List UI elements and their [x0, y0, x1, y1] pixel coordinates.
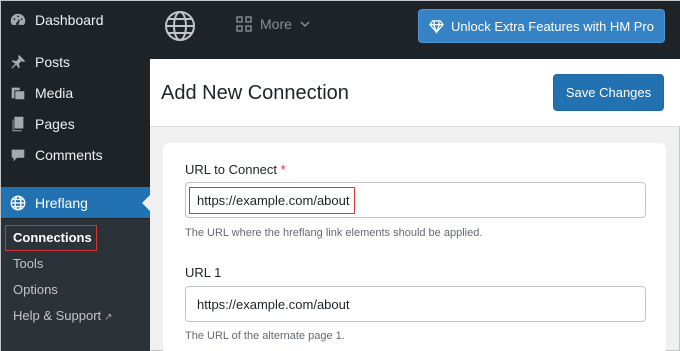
- submenu-item-options[interactable]: Options: [13, 282, 58, 297]
- dashboard-icon: [1, 11, 35, 29]
- connection-form-card: URL to Connect * https://example.com/abo…: [163, 143, 666, 351]
- pages-icon: [1, 115, 35, 133]
- submenu-item-label: Help & Support: [13, 308, 102, 323]
- active-indicator: [142, 194, 150, 211]
- url-1-input[interactable]: https://example.com/about: [185, 286, 646, 322]
- more-menu[interactable]: More: [236, 16, 310, 32]
- external-link-icon: ↗: [104, 312, 113, 323]
- diamond-icon: [429, 19, 444, 34]
- page-title: Add New Connection: [161, 82, 349, 104]
- field-label-text: URL to Connect: [185, 162, 278, 177]
- admin-sidebar: Dashboard Posts Media Pages Comments Hre…: [1, 1, 150, 351]
- sidebar-item-comments[interactable]: Comments: [1, 139, 150, 170]
- input-value: https://example.com/about: [197, 296, 350, 312]
- unlock-pro-button[interactable]: Unlock Extra Features with HM Pro: [418, 9, 665, 43]
- top-bar: More Unlock Extra Features with HM Pro: [150, 1, 680, 59]
- globe-icon: [164, 10, 196, 42]
- url-1-label: URL 1: [185, 265, 222, 280]
- sidebar-item-hreflang[interactable]: Hreflang: [1, 187, 150, 218]
- sidebar-item-label: Media: [35, 84, 74, 101]
- globe-icon: [1, 194, 35, 212]
- comment-icon: [1, 146, 35, 164]
- url-1-help: The URL of the alternate page 1.: [185, 330, 345, 342]
- sidebar-item-label: Posts: [35, 53, 71, 70]
- url-value-highlight: [189, 187, 355, 214]
- required-marker: *: [280, 162, 286, 177]
- sidebar-item-pages[interactable]: Pages: [1, 108, 150, 139]
- sidebar-item-label: Dashboard: [35, 11, 104, 28]
- sidebar-item-dashboard[interactable]: Dashboard: [1, 4, 150, 35]
- connections-highlight: [5, 225, 97, 251]
- url-to-connect-label: URL to Connect *: [185, 162, 286, 177]
- sidebar-item-label: Hreflang: [35, 194, 88, 211]
- submenu-item-tools[interactable]: Tools: [13, 256, 43, 271]
- save-changes-button[interactable]: Save Changes: [553, 74, 664, 111]
- more-label: More: [260, 16, 292, 32]
- sidebar-item-label: Pages: [35, 115, 75, 132]
- media-icon: [1, 84, 35, 102]
- grid-icon: [236, 16, 252, 32]
- sidebar-item-media[interactable]: Media: [1, 77, 150, 108]
- unlock-pro-label: Unlock Extra Features with HM Pro: [450, 18, 654, 34]
- submenu-item-help-support[interactable]: Help & Support ↗: [13, 308, 113, 323]
- url-to-connect-help: The URL where the hreflang link elements…: [185, 227, 483, 239]
- page-header: Add New Connection Save Changes: [150, 59, 680, 127]
- pin-icon: [1, 53, 35, 71]
- sidebar-item-label: Comments: [35, 146, 103, 163]
- sidebar-item-posts[interactable]: Posts: [1, 46, 150, 77]
- chevron-down-icon: [300, 21, 310, 28]
